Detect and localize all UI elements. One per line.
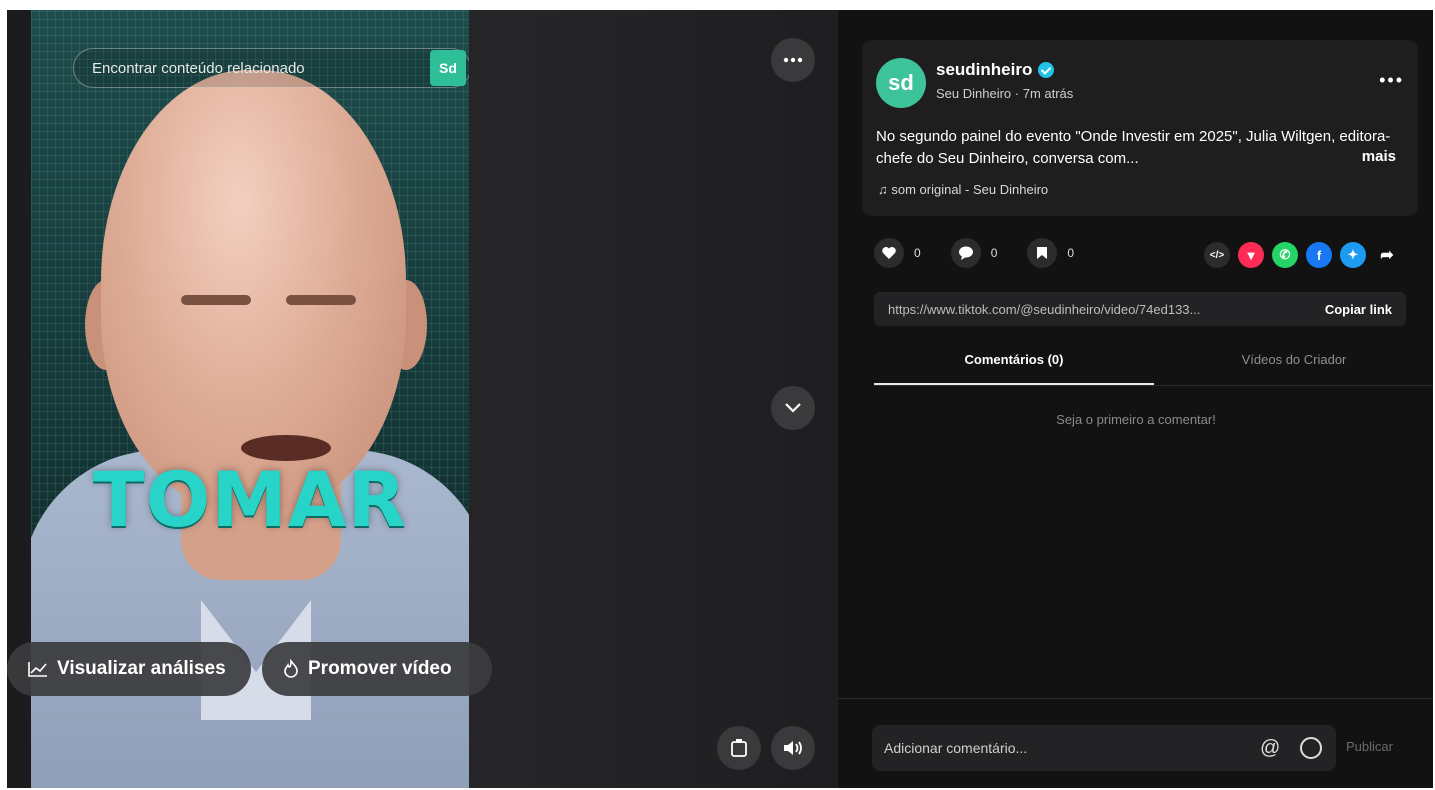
tab-comments[interactable]: Comentários (0)	[874, 340, 1154, 385]
verified-badge-icon	[1038, 62, 1055, 78]
comment-action[interactable]: 0	[950, 238, 998, 268]
promote-video-label: Promover vídeo	[308, 658, 452, 679]
view-analytics-label: Visualizar análises	[57, 658, 226, 679]
twitter-icon[interactable]: ✦	[1340, 242, 1366, 268]
post-more-options-icon[interactable]: •••	[1379, 70, 1404, 91]
chart-line-icon	[28, 662, 47, 677]
share-row: </> ▼ ✆ f ✦ ➦	[1204, 242, 1400, 268]
share-arrow-icon[interactable]: ➦	[1374, 242, 1400, 268]
heart-icon[interactable]	[874, 238, 904, 268]
facebook-icon[interactable]: f	[1306, 242, 1332, 268]
flame-icon	[284, 659, 298, 678]
view-analytics-button[interactable]: Visualizar análises	[7, 642, 251, 696]
more-options-button[interactable]	[771, 38, 815, 82]
repost-icon[interactable]: ▼	[1238, 242, 1264, 268]
username[interactable]: seudinheiro	[936, 60, 1032, 80]
sound-link[interactable]: ♫ som original - Seu Dinheiro	[878, 182, 1048, 197]
post-caption: No segundo painel do evento "Onde Invest…	[876, 128, 1391, 167]
action-row: 0 0 0	[874, 238, 1074, 268]
like-count: 0	[914, 246, 921, 260]
video-link-box: https://www.tiktok.com/@seudinheiro/vide…	[874, 292, 1406, 326]
copy-link-button[interactable]: Copiar link	[1325, 302, 1392, 317]
brow-left	[181, 295, 251, 305]
username-row[interactable]: seudinheiro	[936, 60, 1055, 80]
save-count: 0	[1067, 246, 1075, 260]
promote-video-button[interactable]: Promover vídeo	[262, 642, 492, 696]
video-area[interactable]: TOMAR Encontrar conteúdo relacionado Sd …	[7, 10, 837, 788]
volume-icon	[784, 741, 802, 755]
video-overlay-word: TOMAR	[92, 455, 408, 544]
tab-creator-videos[interactable]: Vídeos do Criador	[1154, 340, 1433, 385]
related-thumb[interactable]: Sd	[430, 50, 466, 86]
details-panel: sd seudinheiro Seu Dinheiro · 7m atrás •…	[837, 10, 1433, 788]
related-search-text: Encontrar conteúdo relacionado	[92, 59, 305, 77]
brow-right	[286, 295, 356, 305]
chevron-down-icon	[785, 403, 801, 413]
related-content-search[interactable]: Encontrar conteúdo relacionado Sd	[73, 48, 469, 88]
bookmark-icon[interactable]	[1027, 238, 1058, 268]
caption-more-link[interactable]: mais	[1362, 148, 1396, 165]
avatar[interactable]: sd	[876, 58, 926, 108]
captions-icon	[731, 739, 747, 757]
emoji-icon[interactable]	[1300, 737, 1322, 759]
next-video-button[interactable]	[771, 386, 815, 430]
comment-bar: @ Publicar	[838, 698, 1433, 788]
save-action[interactable]: 0	[1027, 238, 1074, 268]
tiktok-video-viewer: TOMAR Encontrar conteúdo relacionado Sd …	[7, 10, 1433, 788]
post-card: sd seudinheiro Seu Dinheiro · 7m atrás •…	[862, 40, 1418, 216]
comment-bubble-icon[interactable]	[950, 238, 981, 268]
captions-button[interactable]	[717, 726, 761, 770]
comment-count: 0	[990, 246, 998, 260]
video-link-url[interactable]: https://www.tiktok.com/@seudinheiro/vide…	[888, 302, 1278, 317]
volume-button[interactable]	[771, 726, 815, 770]
publish-button[interactable]: Publicar	[1346, 739, 1393, 754]
mention-at-icon[interactable]: @	[1260, 737, 1280, 760]
panel-tabs: Comentários (0) Vídeos do Criador	[874, 340, 1433, 386]
whatsapp-icon[interactable]: ✆	[1272, 242, 1298, 268]
like-action[interactable]: 0	[874, 238, 921, 268]
embed-code-icon[interactable]: </>	[1204, 242, 1230, 268]
author-subline: Seu Dinheiro · 7m atrás	[936, 86, 1074, 101]
ellipsis-icon	[783, 57, 803, 63]
empty-comments-message: Seja o primeiro a comentar!	[1056, 412, 1216, 427]
